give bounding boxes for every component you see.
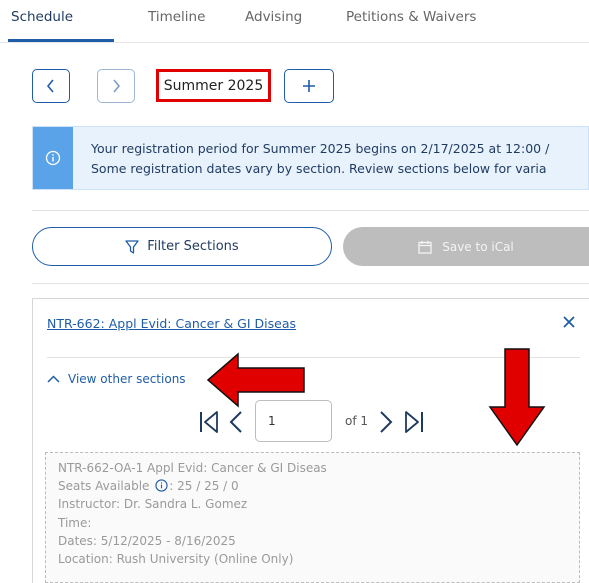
filter-icon	[125, 239, 139, 254]
next-page-icon[interactable]	[378, 410, 394, 434]
page-number-value: 1	[268, 414, 276, 428]
divider	[32, 210, 589, 211]
remove-course-button[interactable]	[563, 313, 575, 332]
tab-timeline[interactable]: Timeline	[148, 9, 205, 25]
course-title-link[interactable]: NTR-662: Appl Evid: Cancer & GI Diseas	[47, 316, 296, 331]
section-location: Location: Rush University (Online Only)	[58, 552, 294, 566]
tab-schedule[interactable]: Schedule	[11, 9, 73, 25]
section-dates: Dates: 5/12/2025 - 8/16/2025	[58, 534, 236, 548]
last-page-icon[interactable]	[403, 410, 425, 434]
red-arrow-down-icon	[488, 348, 546, 447]
tab-bar: Schedule Timeline Advising Petitions & W…	[0, 0, 589, 43]
info-icon[interactable]	[155, 479, 168, 492]
close-icon	[563, 316, 575, 328]
term-label: Summer 2025	[156, 69, 271, 102]
save-to-ical-label: Save to iCal	[442, 239, 514, 254]
calendar-icon	[418, 240, 432, 254]
term-label-text: Summer 2025	[163, 77, 264, 94]
seats-available: Seats Available : 25 / 25 / 0	[58, 479, 239, 493]
banner-line-2: Some registration dates vary by section.…	[91, 161, 547, 176]
next-term-button[interactable]	[97, 69, 135, 103]
view-other-sections-label: View other sections	[68, 372, 186, 386]
banner-text: Your registration period for Summer 2025…	[91, 139, 549, 179]
info-icon	[45, 150, 61, 166]
chevron-right-icon	[113, 79, 121, 93]
add-term-button[interactable]	[284, 69, 334, 103]
page-count-label: of 1	[345, 414, 369, 428]
seats-available-value: : 25 / 25 / 0	[169, 479, 239, 493]
first-page-icon[interactable]	[198, 410, 220, 434]
banner-icon-column	[33, 127, 73, 189]
tab-petitions-waivers[interactable]: Petitions & Waivers	[346, 9, 476, 25]
page-number-input[interactable]: 1	[255, 400, 332, 442]
chevron-up-icon	[47, 375, 60, 383]
active-tab-indicator	[8, 39, 114, 42]
chevron-left-icon	[46, 79, 54, 93]
filter-sections-button[interactable]: Filter Sections	[32, 227, 332, 266]
view-other-sections-toggle[interactable]: View other sections	[47, 372, 186, 386]
save-to-ical-button[interactable]: Save to iCal	[343, 227, 589, 266]
banner-line-1: Your registration period for Summer 2025…	[91, 141, 550, 156]
plus-icon	[303, 80, 315, 92]
filter-sections-label: Filter Sections	[147, 239, 239, 254]
section-instructor: Instructor: Dr. Sandra L. Gomez	[58, 497, 248, 511]
prev-page-icon[interactable]	[228, 410, 244, 434]
seats-available-label: Seats Available	[58, 479, 150, 493]
registration-info-banner: Your registration period for Summer 2025…	[32, 126, 589, 190]
tab-advising[interactable]: Advising	[245, 9, 302, 25]
section-time: Time:	[58, 516, 92, 530]
divider	[32, 283, 589, 284]
section-name: NTR-662-OA-1 Appl Evid: Cancer & GI Dise…	[58, 461, 327, 475]
previous-term-button[interactable]	[32, 69, 70, 103]
